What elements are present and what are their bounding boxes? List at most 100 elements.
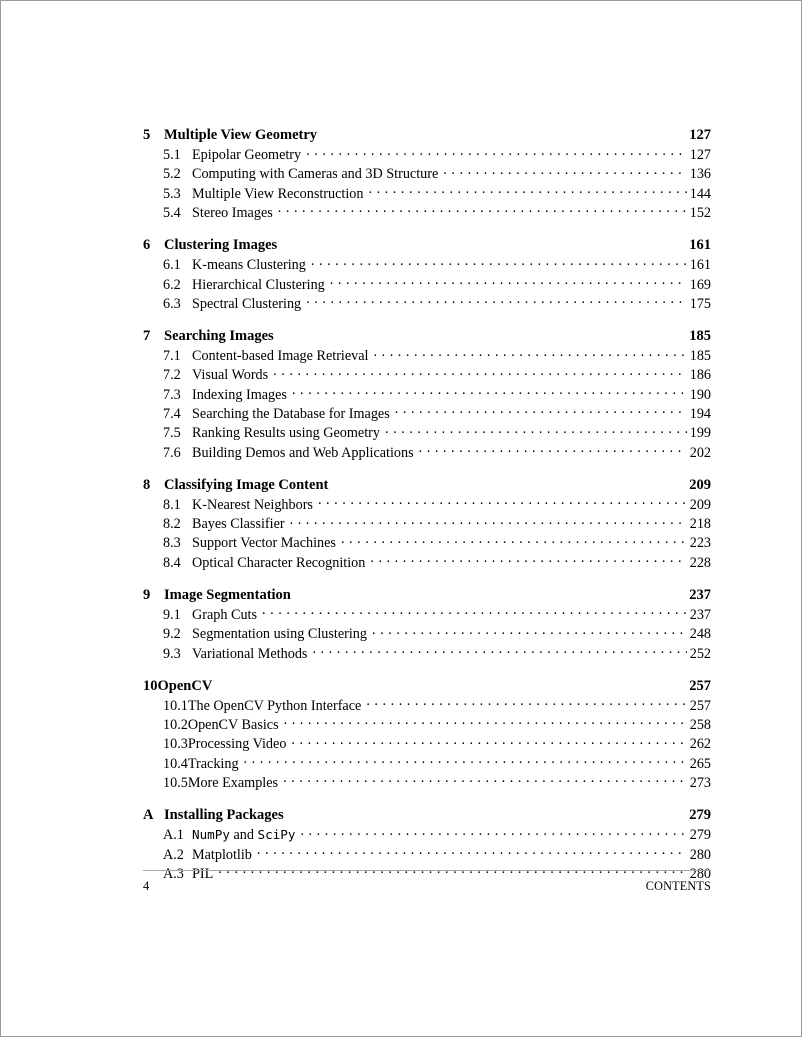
- entry-number: 7.4: [163, 406, 181, 422]
- entry-number: 8.1: [163, 496, 181, 513]
- toc-chapter-entry[interactable]: 5Multiple View Geometry.................…: [143, 125, 711, 145]
- dot-leader: ........................................…: [256, 844, 687, 858]
- entry-title: Installing Packages: [164, 807, 284, 824]
- entry-title: K-means Clustering: [192, 257, 306, 274]
- dot-leader: ........................................…: [291, 734, 687, 747]
- entry-number: 10.4: [163, 755, 188, 772]
- toc-section-entry[interactable]: 7.2 Visual Words.........................…: [143, 365, 711, 384]
- toc-section-entry[interactable]: 7.1 Content-based Image Retrieval........…: [143, 346, 711, 365]
- toc-section-entry[interactable]: 6.3 Spectral Clustering..................…: [143, 294, 711, 313]
- dot-leader: ........................................…: [291, 384, 687, 398]
- entry-title: Tracking: [187, 755, 239, 772]
- toc-section-entry[interactable]: A.1 NumPy and SciPy......................…: [143, 825, 711, 844]
- entry-number: 5.1: [163, 147, 181, 164]
- toc-section-entry[interactable]: 9.2 Segmentation using Clustering........…: [143, 624, 711, 643]
- toc-section-entry[interactable]: 7.6 Building Demos and Web Applications..…: [143, 442, 711, 461]
- entry-page-number: 209: [689, 476, 711, 493]
- toc-section-entry[interactable]: 8.2 Bayes Classifier.....................…: [143, 514, 711, 533]
- entry-page-number: 237: [689, 586, 711, 603]
- toc-section-entry[interactable]: 8.3 Support Vector Machines..............…: [143, 533, 711, 552]
- toc-section-entry[interactable]: 5.4 Stereo Images........................…: [143, 203, 711, 222]
- dot-leader: ........................................…: [384, 423, 687, 436]
- toc-section-entry[interactable]: 6.2 Hierarchical Clustering..............…: [143, 274, 711, 293]
- entry-number: 10.5: [163, 774, 188, 791]
- toc-chapter-entry[interactable]: 7Searching Images.......................…: [143, 326, 711, 346]
- entry-title: More Examples: [187, 774, 279, 791]
- toc-section-entry[interactable]: 8.4 Optical Character Recognition........…: [143, 553, 711, 572]
- toc-section-entry[interactable]: 10.5 More Examples.......................…: [143, 773, 711, 792]
- entry-number: 10: [143, 677, 158, 694]
- entry-page-number: 257: [689, 697, 711, 714]
- entry-page-number: 161: [689, 257, 711, 274]
- footer-rule: [143, 870, 711, 871]
- entry-number: 9: [143, 586, 151, 603]
- toc-section-entry[interactable]: A.2 Matplotlib...........................…: [143, 844, 711, 863]
- toc-section-entry[interactable]: 7.3 Indexing Images......................…: [143, 385, 711, 404]
- entry-title: Image Segmentation: [164, 586, 291, 603]
- toc-section-entry[interactable]: 8.1 K-Nearest Neighbors..................…: [143, 495, 711, 514]
- dot-leader: ........................................…: [366, 695, 686, 709]
- page: 5 Multiple View Geometry.................…: [0, 0, 802, 1037]
- entry-number: 7: [143, 327, 151, 344]
- entry-page-number: 279: [689, 827, 711, 844]
- entry-page-number: 262: [689, 736, 711, 753]
- entry-number: 10.3: [163, 736, 188, 753]
- dot-leader: ........................................…: [300, 825, 686, 838]
- entry-title: Searching Images: [164, 327, 274, 344]
- entry-page-number: 209: [689, 496, 711, 513]
- entry-page-number: 127: [689, 147, 711, 164]
- entry-number: 10.1: [163, 697, 188, 714]
- entry-number: 5.3: [163, 185, 181, 202]
- toc-section-entry[interactable]: 10.1 The OpenCV Python Interface.........…: [143, 696, 711, 715]
- entry-title: Clustering Images: [164, 237, 278, 254]
- toc-chapter-entry[interactable]: 9Image Segmentation.....................…: [143, 585, 711, 605]
- entry-number: 9.3: [163, 645, 181, 662]
- entry-number: 8.4: [163, 554, 181, 571]
- toc-chapter-entry[interactable]: 10OpenCV................................…: [143, 676, 711, 696]
- entry-number: 9.2: [163, 626, 181, 643]
- dot-leader: ........................................…: [340, 533, 687, 546]
- toc-section-entry[interactable]: 9.3 Variational Methods..................…: [143, 643, 711, 662]
- dot-leader: ........................................…: [306, 145, 687, 158]
- entry-number: 6.1: [163, 257, 181, 274]
- entry-page-number: 190: [689, 386, 711, 403]
- entry-number: 7.1: [163, 348, 181, 365]
- entry-number: 8.3: [163, 535, 181, 552]
- toc-section-entry[interactable]: 10.4 Tracking............................…: [143, 753, 711, 772]
- entry-title: Visual Words: [192, 367, 269, 384]
- toc-section-entry[interactable]: 5.2 Computing with Cameras and 3D Structu…: [143, 164, 711, 183]
- entry-title: Stereo Images: [192, 205, 273, 222]
- entry-number: 7.6: [163, 444, 181, 461]
- toc-section-entry[interactable]: 5.3 Multiple View Reconstruction.........…: [143, 184, 711, 203]
- entry-number: 8: [143, 476, 151, 493]
- toc-section-entry[interactable]: 5.1 Epipolar Geometry....................…: [143, 145, 711, 164]
- entry-title: Spectral Clustering: [192, 295, 302, 312]
- entry-title-part: SciPy: [257, 827, 296, 843]
- entry-title: K-Nearest Neighbors: [192, 496, 313, 513]
- toc-chapter-entry[interactable]: 8Classifying Image Content..............…: [143, 475, 711, 495]
- toc-section-entry[interactable]: 10.3 Processing Video....................…: [143, 734, 711, 753]
- toc-chapter-entry[interactable]: 6Clustering Images......................…: [143, 235, 711, 255]
- entry-title: OpenCV Basics: [187, 717, 279, 734]
- toc-section-entry[interactable]: 7.5 Ranking Results using Geometry.......…: [143, 423, 711, 442]
- dot-leader: ........................................…: [373, 345, 687, 359]
- dot-leader: ........................................…: [306, 293, 687, 307]
- entry-title: Segmentation using Clustering: [192, 626, 367, 643]
- toc-chapter-entry[interactable]: AInstalling Packages....................…: [143, 805, 711, 825]
- toc-section-entry[interactable]: 6.1 K-means Clustering...................…: [143, 255, 711, 274]
- entry-title: Content-based Image Retrieval: [192, 348, 369, 365]
- dot-leader: ........................................…: [289, 513, 687, 527]
- toc-section-entry[interactable]: 9.1 Graph Cuts...........................…: [143, 605, 711, 624]
- entry-number: 7.2: [163, 367, 181, 384]
- entry-number: 9.1: [163, 606, 181, 623]
- toc-section-entry[interactable]: 10.2 OpenCV Basics.......................…: [143, 715, 711, 734]
- dot-leader: ........................................…: [443, 164, 687, 178]
- running-head: CONTENTS: [645, 879, 711, 893]
- entry-page-number: 199: [689, 425, 711, 442]
- entry-title-part: and: [229, 827, 258, 844]
- entry-number: 5: [143, 127, 151, 143]
- toc-section-entry[interactable]: 7.4 Searching the Database for Images....…: [143, 404, 711, 423]
- dot-leader: ........................................…: [283, 714, 687, 728]
- entry-page-number: 252: [689, 645, 711, 662]
- entry-title: Processing Video: [187, 736, 287, 753]
